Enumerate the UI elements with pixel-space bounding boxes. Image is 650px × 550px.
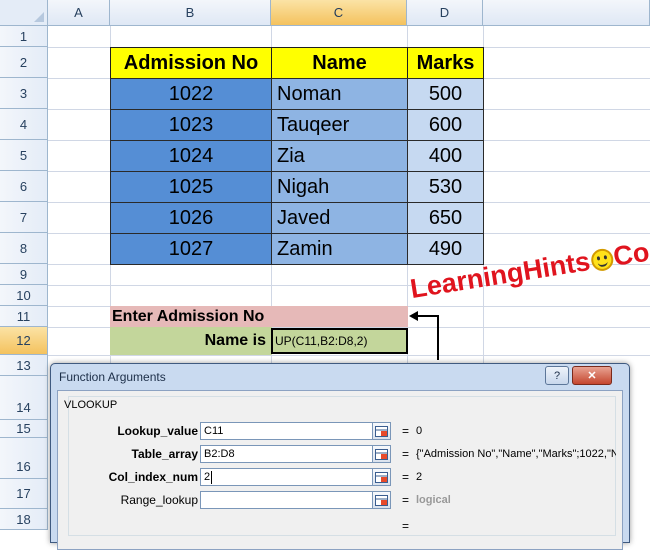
table-cell-admission[interactable]: 1024: [110, 140, 272, 172]
column-header-a[interactable]: A: [48, 0, 110, 26]
select-all-corner[interactable]: [0, 0, 48, 26]
col-index-num-input[interactable]: 2: [200, 468, 390, 486]
row-header-16[interactable]: 16: [0, 438, 48, 479]
dialog-body: VLOOKUP Lookup_value C11 = 0 Table_array…: [57, 390, 623, 550]
table-cell-marks[interactable]: 490: [407, 233, 484, 265]
arg-label-range-lookup: Range_lookup: [120, 493, 198, 507]
row-header-13[interactable]: 13: [0, 355, 48, 376]
close-button[interactable]: ✕: [572, 366, 612, 385]
row-header-8[interactable]: 8: [0, 233, 48, 264]
table-cell-name[interactable]: Zia: [271, 140, 408, 172]
row-header-5[interactable]: 5: [0, 140, 48, 171]
row-header-1[interactable]: 1: [0, 26, 48, 47]
help-button[interactable]: ?: [545, 366, 569, 385]
row-header-14[interactable]: 14: [0, 376, 48, 420]
table-cell-admission[interactable]: 1025: [110, 171, 272, 203]
dialog-title: Function Arguments: [59, 370, 166, 384]
table-array-result: {"Admission No","Name","Marks";1022,"N: [416, 448, 616, 460]
equals-sign: =: [402, 447, 410, 461]
row-header-6[interactable]: 6: [0, 171, 48, 202]
table-cell-admission[interactable]: 1022: [110, 78, 272, 110]
function-arguments-dialog: Function Arguments ? ✕ VLOOKUP Lookup_va…: [50, 363, 630, 550]
column-header-d[interactable]: D: [407, 0, 483, 26]
row-header-3[interactable]: 3: [0, 78, 48, 109]
row-header-15[interactable]: 15: [0, 420, 48, 438]
table-array-input[interactable]: B2:D8: [200, 445, 390, 463]
column-header-c[interactable]: C: [271, 0, 407, 26]
equals-sign: =: [402, 424, 410, 438]
function-result-equals: =: [402, 519, 410, 533]
row-header-2[interactable]: 2: [0, 47, 48, 78]
row-header-18[interactable]: 18: [0, 509, 48, 530]
table-cell-name[interactable]: Nigah: [271, 171, 408, 203]
range-lookup-result: logical: [416, 494, 451, 506]
row-header-10[interactable]: 10: [0, 285, 48, 306]
table-cell-name[interactable]: Javed: [271, 202, 408, 234]
text-cursor: [211, 470, 213, 484]
row-header-12[interactable]: 12: [0, 327, 48, 355]
col-index-num-value: 2: [204, 471, 211, 483]
equals-sign: =: [402, 493, 410, 507]
table-cell-marks[interactable]: 400: [407, 140, 484, 172]
name-is-label[interactable]: Name is: [110, 327, 272, 355]
function-name: VLOOKUP: [64, 399, 118, 411]
enter-admission-label[interactable]: Enter Admission No: [110, 306, 408, 327]
row-header-17[interactable]: 17: [0, 479, 48, 509]
column-header-b[interactable]: B: [110, 0, 271, 26]
range-lookup-input[interactable]: [200, 491, 390, 509]
header-name[interactable]: Name: [271, 47, 408, 79]
range-picker-icon[interactable]: [372, 491, 391, 509]
row-header-4[interactable]: 4: [0, 109, 48, 140]
equals-sign: =: [402, 470, 410, 484]
range-picker-icon[interactable]: [372, 468, 391, 486]
function-group: [68, 396, 616, 536]
table-cell-admission[interactable]: 1023: [110, 109, 272, 141]
arg-label-col-index-num: Col_index_num: [108, 470, 198, 484]
col-index-num-result: 2: [416, 471, 423, 483]
table-cell-admission[interactable]: 1027: [110, 233, 272, 265]
arg-label-table-array: Table_array: [131, 447, 199, 461]
table-cell-name[interactable]: Tauqeer: [271, 109, 408, 141]
range-picker-icon[interactable]: [372, 445, 391, 463]
formula-cell[interactable]: UP(C11,B2:D8,2): [271, 328, 408, 354]
range-picker-icon[interactable]: [372, 422, 391, 440]
smiley-icon: [589, 246, 615, 273]
row-header-9[interactable]: 9: [0, 264, 48, 285]
table-cell-marks[interactable]: 600: [407, 109, 484, 141]
arg-label-lookup-value: Lookup_value: [117, 424, 198, 438]
table-cell-admission[interactable]: 1026: [110, 202, 272, 234]
table-cell-marks[interactable]: 530: [407, 171, 484, 203]
row-header-7[interactable]: 7: [0, 202, 48, 233]
logo-text-com: Com: [611, 232, 650, 272]
column-header-e[interactable]: [483, 0, 650, 26]
header-admission-no[interactable]: Admission No: [110, 47, 272, 79]
table-cell-name[interactable]: Zamin: [271, 233, 408, 265]
lookup-value-result: 0: [416, 425, 423, 437]
table-cell-name[interactable]: Noman: [271, 78, 408, 110]
header-marks[interactable]: Marks: [407, 47, 484, 79]
lookup-value-input[interactable]: C11: [200, 422, 390, 440]
table-cell-marks[interactable]: 500: [407, 78, 484, 110]
row-header-11[interactable]: 11: [0, 306, 48, 327]
pointer-arrow-icon: [409, 311, 439, 360]
table-cell-marks[interactable]: 650: [407, 202, 484, 234]
